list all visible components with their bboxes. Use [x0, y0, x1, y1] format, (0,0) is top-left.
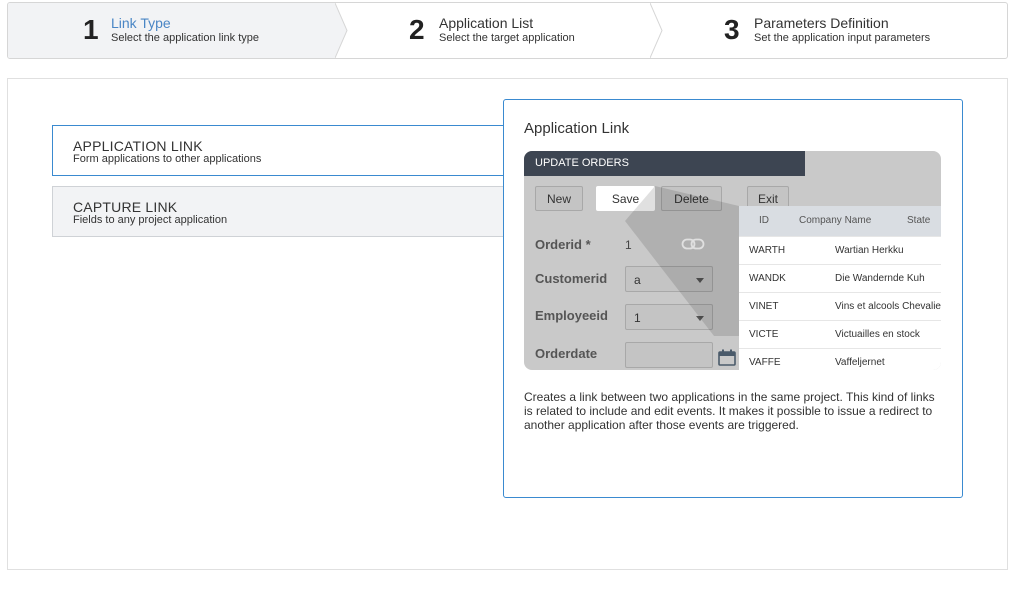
chevron-down-icon	[696, 278, 704, 283]
grid-cell-id: VINET	[749, 301, 779, 312]
step-number: 1	[83, 14, 99, 45]
grid-row: VINET Vins et alcools Chevalier	[739, 292, 941, 320]
step-subtitle: Set the application input parameters	[754, 32, 931, 44]
option-capture-link[interactable]: CAPTURE LINK Fields to any project appli…	[52, 186, 503, 237]
preview-new-button: New	[535, 186, 583, 211]
step-title: Parameters Definition	[754, 15, 889, 31]
grid-column-header: State	[907, 215, 931, 226]
grid-cell-name: Wartian Herkku	[835, 245, 904, 256]
link-type-panel: APPLICATION LINK Form applications to ot…	[7, 78, 1008, 570]
preview-grid-header: ID Company Name State	[739, 206, 941, 236]
grid-cell-id: VICTE	[749, 329, 779, 340]
chevron-down-icon	[696, 316, 704, 321]
preview-customerid-select: a	[625, 266, 713, 292]
grid-cell-name: Vins et alcools Chevalier	[835, 301, 941, 312]
step-application-list[interactable]: 2 Application List Select the target app…	[335, 3, 650, 58]
preview-employeeid-select: 1	[625, 304, 713, 330]
preview-employeeid-label: Employeeid	[535, 308, 608, 323]
calendar-icon	[718, 349, 736, 366]
detail-title: Application Link	[524, 120, 630, 137]
step-parameters-definition[interactable]: 3 Parameters Definition Set the applicat…	[650, 3, 1007, 58]
step-subtitle: Select the target application	[439, 32, 575, 44]
step-link-type[interactable]: 1 Link Type Select the application link …	[8, 3, 335, 58]
preview-orderdate-input	[625, 342, 713, 368]
grid-cell-name: Die Wandernde Kuh	[835, 273, 925, 284]
preview-save-button: Save	[596, 186, 655, 211]
detail-description: Creates a link between two applications …	[524, 390, 935, 432]
option-subtitle: Form applications to other applications	[73, 153, 262, 165]
option-subtitle: Fields to any project application	[73, 214, 228, 226]
grid-row: WANDK Die Wandernde Kuh	[739, 264, 941, 292]
grid-cell-name: Vaffeljernet	[835, 357, 885, 368]
preview-delete-button: Delete	[661, 186, 722, 211]
step-title: Link Type	[111, 15, 171, 31]
preview-employeeid-value: 1	[634, 311, 641, 325]
grid-row: WARTH Wartian Herkku	[739, 236, 941, 264]
preview-customerid-value: a	[634, 273, 641, 287]
step-subtitle: Select the application link type	[111, 32, 259, 44]
grid-row: VAFFE Vaffeljernet	[739, 348, 941, 370]
grid-cell-id: WANDK	[749, 273, 786, 284]
preview-orderid-value: 1	[625, 238, 632, 252]
option-application-link[interactable]: APPLICATION LINK Form applications to ot…	[52, 125, 503, 176]
wizard-steps: 1 Link Type Select the application link …	[7, 2, 1008, 59]
step-number: 3	[724, 14, 740, 45]
option-title: APPLICATION LINK	[73, 138, 203, 154]
preview-orderid-label: Orderid *	[535, 237, 591, 252]
link-icon	[681, 238, 705, 250]
application-link-preview: UPDATE ORDERS New Save Delete Exit Order…	[524, 151, 941, 370]
grid-column-header: ID	[759, 215, 769, 226]
step-title: Application List	[439, 15, 534, 31]
grid-column-header: Company Name	[799, 215, 872, 226]
link-detail-card: Application Link UPDATE ORDERS New Save …	[503, 99, 963, 498]
grid-cell-id: VAFFE	[749, 357, 781, 368]
grid-row: VICTE Victuailles en stock	[739, 320, 941, 348]
preview-header: UPDATE ORDERS	[524, 151, 805, 176]
preview-customerid-label: Customerid	[535, 271, 608, 286]
preview-target-grid: ID Company Name State WARTH Wartian Herk…	[739, 206, 941, 370]
grid-cell-name: Victuailles en stock	[835, 329, 920, 340]
preview-orderdate-label: Orderdate	[535, 346, 598, 361]
option-title: CAPTURE LINK	[73, 199, 178, 215]
step-number: 2	[409, 14, 425, 45]
grid-cell-id: WARTH	[749, 245, 786, 256]
